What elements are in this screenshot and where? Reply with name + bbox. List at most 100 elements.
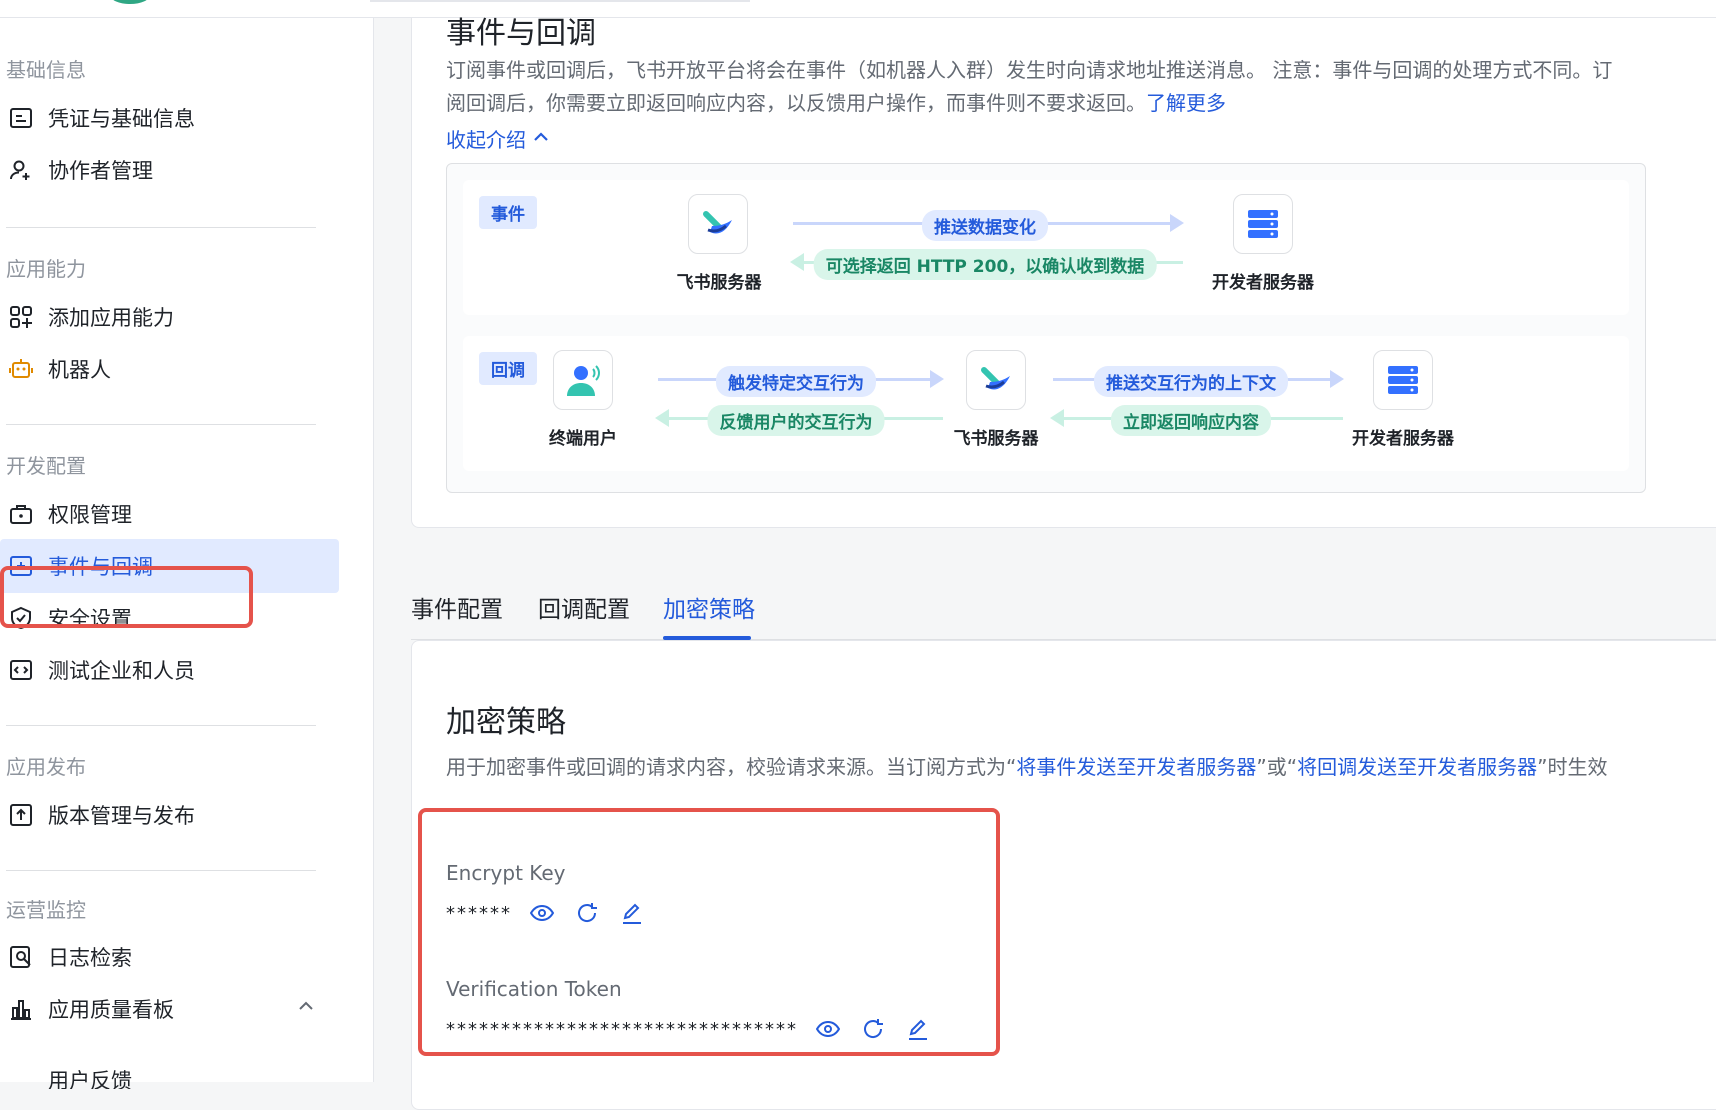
- refresh-icon[interactable]: [859, 1015, 887, 1043]
- sidebar-item-label: 安全设置: [48, 607, 132, 631]
- sidebar-item-label: 事件与回调: [48, 555, 153, 579]
- flow-diagram: 事件 飞书服务器 推送数据变化 可选择返回 HTTP 200，以确认收到数据 开…: [446, 163, 1646, 493]
- end-user-icon: [553, 350, 613, 410]
- encryption-title: 加密策略: [446, 705, 566, 740]
- sidebar-item-label: 测试企业和人员: [48, 659, 195, 683]
- arrow-left-icon: [1050, 409, 1064, 427]
- intro-description-text: 订阅事件或回调后，飞书开放平台将会在事件（如机器人入群）发生时向请求地址推送消息…: [446, 58, 1613, 115]
- developer-server-icon: [1373, 350, 1433, 410]
- verification-token-label: Verification Token: [446, 977, 622, 1001]
- sidebar-item-permissions[interactable]: 权限管理: [0, 487, 340, 541]
- tab-callback-config[interactable]: 回调配置: [538, 590, 630, 624]
- sidebar-item-security[interactable]: 安全设置: [0, 591, 340, 645]
- sidebar-section-dev-config: 开发配置: [6, 454, 86, 478]
- eye-icon[interactable]: [528, 899, 556, 927]
- permission-briefcase-icon: [6, 499, 36, 529]
- code-box-icon: [6, 655, 36, 685]
- arrow-left-icon: [790, 253, 804, 271]
- feishu-server-label: 飞书服务器: [676, 273, 762, 293]
- sidebar-item-add-capability[interactable]: 添加应用能力: [0, 290, 340, 344]
- sidebar-item-versions[interactable]: 版本管理与发布: [0, 788, 340, 842]
- sidebar-item-collaborators[interactable]: 协作者管理: [0, 143, 340, 197]
- edit-icon[interactable]: [904, 1015, 932, 1043]
- top-search-edge: [370, 0, 750, 2]
- end-user-label: 终端用户: [549, 429, 617, 449]
- feedback-interaction-label: 反馈用户的交互行为: [707, 405, 885, 436]
- verification-token-row: ********************************: [446, 1015, 949, 1043]
- callback-to-server-link[interactable]: 将回调发送至开发者服务器: [1297, 755, 1537, 779]
- sidebar-item-label: 机器人: [48, 358, 111, 382]
- top-bar: [0, 0, 1716, 18]
- callback-flow-row: 回调 终端用户 触发特定交互行为 反馈用户的交互行为 飞书服务器 推送交互行为的…: [463, 336, 1629, 471]
- refresh-icon[interactable]: [573, 899, 601, 927]
- document-list-icon: [6, 103, 36, 133]
- shield-check-icon: [6, 603, 36, 633]
- eye-icon[interactable]: [814, 1015, 842, 1043]
- sidebar-item-label: 添加应用能力: [48, 306, 174, 330]
- developer-server-icon: [1233, 194, 1293, 254]
- arrow-right-icon: [1330, 370, 1344, 388]
- event-tag: 事件: [479, 196, 537, 229]
- trigger-interaction-label: 触发特定交互行为: [716, 366, 876, 397]
- sidebar-item-label: 凭证与基础信息: [48, 107, 195, 131]
- user-add-icon: [6, 155, 36, 185]
- config-tabs: 事件配置 回调配置 加密策略: [411, 558, 1716, 640]
- encrypt-key-value: ******: [446, 902, 512, 924]
- encryption-desc-mid: ”或“: [1256, 755, 1298, 779]
- feishu-server-icon: [966, 350, 1026, 410]
- main-content: 事件与回调 订阅事件或回调后，飞书开放平台将会在事件（如机器人入群）发生时向请求…: [375, 16, 1716, 1110]
- sidebar-item-quality-board[interactable]: 应用质量看板: [0, 982, 340, 1036]
- sidebar-divider: [6, 424, 316, 425]
- app-grid-add-icon: [6, 302, 36, 332]
- sidebar-item-log-search[interactable]: 日志检索: [0, 930, 340, 984]
- encryption-desc-suffix: ”时生效: [1537, 755, 1608, 779]
- sidebar-item-label: 权限管理: [48, 503, 132, 527]
- sidebar-item-label: 协作者管理: [48, 159, 153, 183]
- sidebar-section-monitoring: 运营监控: [6, 898, 86, 922]
- intro-card: 事件与回调 订阅事件或回调后，飞书开放平台将会在事件（如机器人入群）发生时向请求…: [411, 16, 1716, 528]
- sidebar-section-capabilities: 应用能力: [6, 257, 86, 281]
- chevron-up-icon: [532, 127, 550, 151]
- event-to-server-link[interactable]: 将事件发送至开发者服务器: [1016, 755, 1256, 779]
- intro-title: 事件与回调: [446, 16, 596, 51]
- robot-icon: [6, 354, 36, 384]
- sidebar-item-test-org[interactable]: 测试企业和人员: [0, 643, 340, 697]
- callback-tag: 回调: [479, 352, 537, 385]
- encryption-desc-prefix: 用于加密事件或回调的请求内容，校验请求来源。当订阅方式为“: [446, 755, 1017, 779]
- sidebar-section-release: 应用发布: [6, 755, 86, 779]
- sidebar-item-feedback[interactable]: 用户反馈: [0, 1059, 340, 1089]
- event-flow-row: 事件 飞书服务器 推送数据变化 可选择返回 HTTP 200，以确认收到数据 开…: [463, 180, 1629, 315]
- chevron-up-icon[interactable]: [296, 996, 316, 1021]
- developer-server-label: 开发者服务器: [1212, 273, 1314, 293]
- encrypt-key-row: ******: [446, 899, 663, 927]
- sidebar-item-label: 日志检索: [48, 946, 132, 970]
- bar-chart-icon: [6, 994, 36, 1024]
- event-plus-icon: [6, 551, 36, 581]
- sidebar-item-events-callbacks[interactable]: 事件与回调: [0, 539, 340, 593]
- edit-icon[interactable]: [618, 899, 646, 927]
- sidebar-item-robot[interactable]: 机器人: [0, 342, 340, 396]
- developer-server-label: 开发者服务器: [1352, 429, 1454, 449]
- sidebar-item-credentials[interactable]: 凭证与基础信息: [0, 91, 340, 145]
- sidebar-item-label: 用户反馈: [48, 1069, 132, 1089]
- collapse-intro-button[interactable]: 收起介绍: [446, 124, 550, 153]
- learn-more-link[interactable]: 了解更多: [1146, 91, 1226, 115]
- http200-reply-label: 可选择返回 HTTP 200，以确认收到数据: [813, 249, 1157, 280]
- reply-now-label: 立即返回响应内容: [1111, 405, 1271, 436]
- intro-description: 订阅事件或回调后，飞书开放平台将会在事件（如机器人入群）发生时向请求地址推送消息…: [446, 54, 1626, 120]
- log-search-icon: [6, 942, 36, 972]
- tab-event-config[interactable]: 事件配置: [411, 590, 503, 624]
- tab-encryption[interactable]: 加密策略: [663, 590, 755, 624]
- push-data-change-label: 推送数据变化: [922, 210, 1048, 241]
- sidebar-item-label: 版本管理与发布: [48, 804, 195, 828]
- sidebar-divider: [6, 725, 316, 726]
- sidebar-item-label: 应用质量看板: [48, 998, 174, 1022]
- feedback-icon: [6, 1065, 36, 1089]
- logo-icon: [110, 0, 150, 4]
- upload-box-icon: [6, 800, 36, 830]
- arrow-right-icon: [930, 370, 944, 388]
- feishu-server-label: 飞书服务器: [953, 429, 1039, 449]
- sidebar-divider: [6, 227, 316, 228]
- verification-token-value: ********************************: [446, 1018, 798, 1040]
- encryption-card: 加密策略 用于加密事件或回调的请求内容，校验请求来源。当订阅方式为“将事件发送至…: [411, 640, 1716, 1110]
